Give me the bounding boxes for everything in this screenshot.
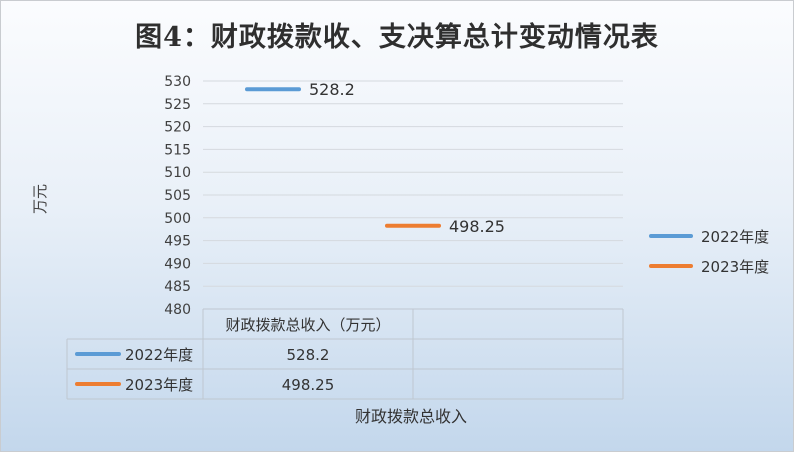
y-tick-label-495: 495	[164, 234, 191, 250]
legend-item-2022: 2022年度	[649, 221, 769, 251]
legend-label-2022: 2022年度	[701, 227, 770, 246]
table-cell-value-2022年度: 528.2	[287, 346, 330, 364]
data-label-2023年度: 498.25	[449, 217, 505, 236]
chart-frame: 图4：财政拨款收、支决算总计变动情况表 万元 480 485 490 495 500 50…	[0, 0, 794, 452]
y-tick-label-520: 520	[164, 120, 191, 136]
legend-label-2023: 2023年度	[701, 257, 770, 276]
y-tick-label-480: 480	[164, 302, 191, 318]
y-tick-label-515: 515	[164, 142, 191, 158]
y-tick-label-485: 485	[164, 279, 191, 295]
y-tick-label-530: 530	[164, 74, 191, 90]
y-tick-label-490: 490	[164, 256, 191, 272]
table-header-category: 财政拨款总收入（万元）	[225, 316, 390, 334]
legend-item-2023: 2023年度	[649, 251, 769, 281]
table-cell-value-2023年度: 498.25	[282, 376, 335, 394]
legend-swatch-2023	[649, 264, 693, 268]
table-row-label-2022年度: 2022年度	[125, 346, 193, 364]
y-tick-label-525: 525	[164, 97, 191, 113]
y-tick-label-510: 510	[164, 165, 191, 181]
y-tick-label-505: 505	[164, 188, 191, 204]
data-label-2022年度: 528.2	[309, 80, 355, 99]
y-tick-label-500: 500	[164, 211, 191, 227]
legend-swatch-2022	[649, 234, 693, 238]
legend: 2022年度 2023年度	[649, 221, 769, 281]
table-row-label-2023年度: 2023年度	[125, 376, 193, 394]
x-axis-title: 财政拨款总收入	[354, 407, 467, 426]
